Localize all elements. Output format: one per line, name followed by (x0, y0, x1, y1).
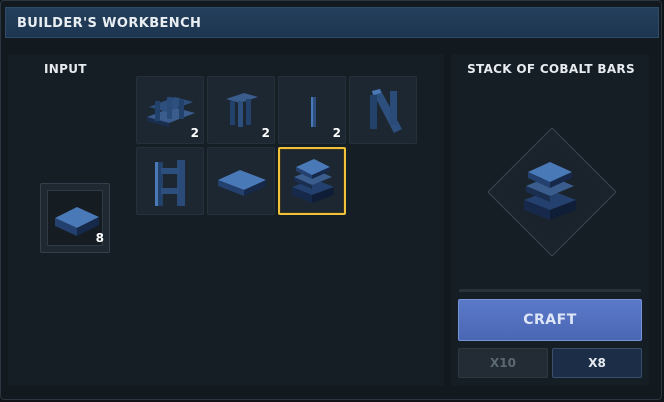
recipe-slot-brace[interactable] (349, 76, 417, 144)
recipe-count: 2 (332, 126, 341, 140)
recipe-count: 2 (190, 126, 199, 140)
divider (459, 289, 641, 292)
recipe-slot-posts[interactable]: 2 (207, 76, 275, 144)
input-label: INPUT (44, 62, 87, 76)
cobalt-frame-icon (155, 160, 185, 206)
cobalt-brace-icon (370, 89, 402, 133)
recipe-slot-stack-of-cobalt-bars[interactable] (278, 147, 346, 215)
craft-button[interactable]: CRAFT (458, 299, 642, 341)
recipe-slot-fence[interactable]: 2 (136, 76, 204, 144)
recipe-slot-bar[interactable] (207, 147, 275, 215)
result-title: STACK OF COBALT BARS (467, 62, 635, 76)
recipe-count: 2 (261, 126, 270, 140)
cobalt-bar-icon (218, 170, 266, 196)
x10-button[interactable]: X10 (458, 348, 548, 378)
x8-button[interactable]: X8 (552, 348, 642, 378)
recipe-slot-frame[interactable] (136, 147, 204, 215)
recipe-slot-rod[interactable]: 2 (278, 76, 346, 144)
stack-of-cobalt-bars-icon (292, 159, 334, 203)
input-count: 8 (95, 231, 104, 245)
titlebar: BUILDER'S WORKBENCH (5, 7, 659, 38)
input-slot[interactable]: 8 (40, 183, 110, 253)
result-preview (488, 128, 616, 256)
window-title: BUILDER'S WORKBENCH (17, 16, 202, 31)
